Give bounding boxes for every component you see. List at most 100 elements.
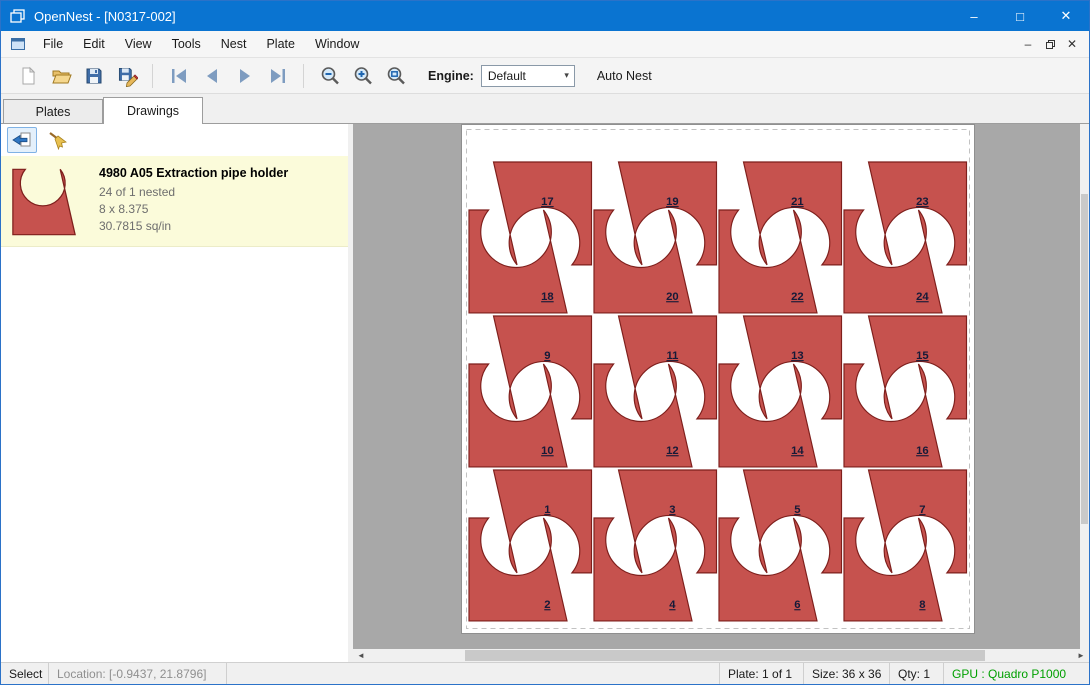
mdi-minimize-button[interactable]: – xyxy=(1017,34,1039,54)
menu-view[interactable]: View xyxy=(115,32,162,56)
part-number: 13 xyxy=(791,350,804,362)
app-window: OpenNest - [N0317-002] – □ ✕ File Edit V… xyxy=(0,0,1090,685)
part-number: 15 xyxy=(916,350,929,362)
nest-part-13[interactable] xyxy=(744,316,842,419)
nest-part-7[interactable] xyxy=(869,470,967,573)
nav-first-button[interactable] xyxy=(162,62,195,90)
part-thumbnail-shape xyxy=(13,169,75,234)
new-file-button[interactable] xyxy=(11,62,44,90)
nav-previous-button[interactable] xyxy=(195,62,228,90)
nest-part-6[interactable] xyxy=(719,518,817,621)
part-number: 16 xyxy=(916,445,929,457)
part-number: 9 xyxy=(544,350,550,362)
status-size: Size: 36 x 36 xyxy=(803,663,889,684)
maximize-button[interactable]: □ xyxy=(997,1,1043,31)
close-button[interactable]: ✕ xyxy=(1043,1,1089,31)
nav-last-button[interactable] xyxy=(261,62,294,90)
zoom-fit-button[interactable] xyxy=(379,62,412,90)
nest-tile: 23 24 xyxy=(844,162,967,313)
part-number: 2 xyxy=(544,599,550,611)
nest-part-9[interactable] xyxy=(494,316,592,419)
mdi-window-controls: – ✕ xyxy=(1017,34,1083,54)
nest-tile: 2122 xyxy=(719,162,842,313)
part-number: 6 xyxy=(794,599,800,611)
zoom-in-button[interactable] xyxy=(346,62,379,90)
part-thumbnail xyxy=(11,166,77,238)
status-qty: Qty: 1 xyxy=(889,663,943,684)
horizontal-scrollbar-thumb[interactable] xyxy=(465,650,985,661)
menu-tools[interactable]: Tools xyxy=(162,32,211,56)
nest-tile: 1112 xyxy=(594,316,717,467)
part-number: 24 xyxy=(916,291,929,303)
save-edit-button[interactable] xyxy=(110,62,143,90)
menu-nest[interactable]: Nest xyxy=(211,32,257,56)
part-number: 14 xyxy=(791,445,804,457)
status-location: Location: [-0.9437, 21.8796] xyxy=(49,663,227,684)
nest-part-2[interactable] xyxy=(469,518,567,621)
gpu-status: GPU : Quadro P1000 xyxy=(943,663,1089,684)
tabstrip: Plates Drawings xyxy=(1,94,1089,123)
nav-previous-icon xyxy=(201,65,223,87)
part-number: 23 xyxy=(916,196,929,208)
nest-plate-svg: 171819202122232491011121314151612345678 xyxy=(462,125,974,633)
menu-plate[interactable]: Plate xyxy=(256,32,305,56)
save-button[interactable] xyxy=(77,62,110,90)
drawing-dimensions: 8 x 8.375 xyxy=(99,201,288,218)
nest-tile: 78 xyxy=(844,470,967,621)
nest-part-1[interactable] xyxy=(494,470,592,573)
clear-broom-button[interactable] xyxy=(43,127,73,153)
canvas[interactable]: 171819202122232491011121314151612345678 xyxy=(353,124,1089,649)
engine-combobox[interactable]: Default ▾ xyxy=(481,65,575,87)
menu-window[interactable]: Window xyxy=(305,32,369,56)
toolbar: Engine: Default ▾ Auto Nest xyxy=(1,58,1089,94)
vertical-scrollbar[interactable] xyxy=(1080,124,1089,649)
nest-part-19[interactable] xyxy=(619,162,717,265)
nav-first-icon xyxy=(168,65,190,87)
plate[interactable]: 171819202122232491011121314151612345678 xyxy=(461,124,975,634)
nest-part-21[interactable] xyxy=(744,162,842,265)
zoom-out-button[interactable] xyxy=(313,62,346,90)
drawing-list-item[interactable]: 4980 A05 Extraction pipe holder 24 of 1 … xyxy=(1,156,348,247)
scroll-right-icon[interactable]: ► xyxy=(1073,649,1089,662)
open-file-button[interactable] xyxy=(44,62,77,90)
nav-last-icon xyxy=(267,65,289,87)
auto-nest-label[interactable]: Auto Nest xyxy=(597,69,652,83)
nest-part-3[interactable] xyxy=(619,470,717,573)
nest-part-15[interactable] xyxy=(869,316,967,419)
mdi-close-button[interactable]: ✕ xyxy=(1061,34,1083,54)
restore-icon xyxy=(1045,39,1056,50)
nest-tile: 9 10 xyxy=(469,316,592,467)
canvas-column: 171819202122232491011121314151612345678 … xyxy=(353,124,1089,662)
menu-file[interactable]: File xyxy=(33,32,73,56)
nest-part-11[interactable] xyxy=(619,316,717,419)
minimize-button[interactable]: – xyxy=(951,1,997,31)
tab-drawings[interactable]: Drawings xyxy=(103,97,203,124)
scroll-left-icon[interactable]: ◄ xyxy=(353,649,369,662)
send-to-drawing-button[interactable] xyxy=(7,127,37,153)
nest-tile: 1718 xyxy=(469,162,592,313)
mdi-restore-button[interactable] xyxy=(1039,34,1061,54)
part-number: 1 xyxy=(544,504,550,516)
engine-value: Default xyxy=(488,69,526,83)
nest-part-23[interactable] xyxy=(869,162,967,265)
tab-plates[interactable]: Plates xyxy=(3,99,103,123)
blue-arrow-page-icon xyxy=(11,130,33,150)
vertical-scrollbar-thumb[interactable] xyxy=(1081,194,1088,524)
part-number: 3 xyxy=(669,504,675,516)
part-number: 4 xyxy=(669,599,676,611)
drawings-panel-toolbar xyxy=(1,124,348,156)
part-number: 10 xyxy=(541,445,554,457)
nav-next-button[interactable] xyxy=(228,62,261,90)
app-icon xyxy=(10,8,26,24)
horizontal-scrollbar[interactable]: ◄ ► xyxy=(353,649,1089,662)
menu-edit[interactable]: Edit xyxy=(73,32,115,56)
nest-part-8[interactable] xyxy=(844,518,942,621)
toolbar-separator xyxy=(303,64,304,88)
chevron-down-icon: ▾ xyxy=(559,70,574,81)
nest-part-5[interactable] xyxy=(744,470,842,573)
titlebar: OpenNest - [N0317-002] – □ ✕ xyxy=(1,1,1089,31)
nest-part-17[interactable] xyxy=(494,162,592,265)
part-number: 22 xyxy=(791,291,804,303)
nest-part-4[interactable] xyxy=(594,518,692,621)
window-controls: – □ ✕ xyxy=(951,1,1089,31)
